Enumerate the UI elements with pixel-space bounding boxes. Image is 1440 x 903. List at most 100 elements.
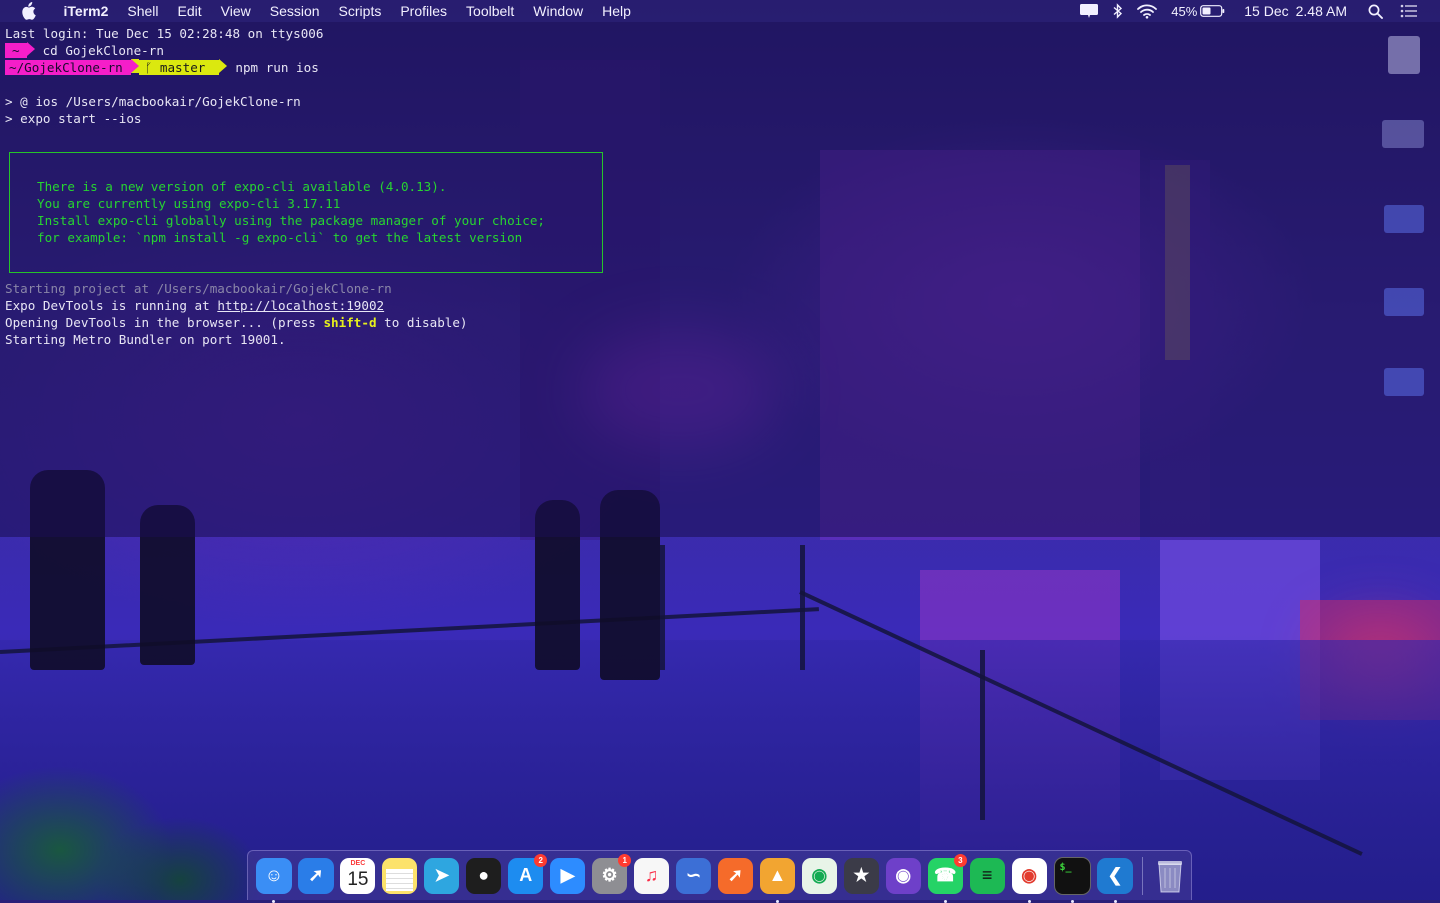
notes-paper bbox=[386, 868, 414, 891]
prompt-command: cd GojekClone-rn bbox=[42, 43, 164, 58]
telegram-icon[interactable]: ➤ bbox=[424, 857, 460, 894]
system-preferences-icon[interactable]: ⚙ 1 bbox=[592, 853, 632, 894]
mongodb-icon[interactable]: ◉ bbox=[801, 857, 837, 894]
vscode-icon[interactable]: ❮ bbox=[1097, 857, 1133, 903]
menu-window[interactable]: Window bbox=[524, 0, 593, 22]
npm-script-line: > expo start --ios bbox=[5, 111, 142, 126]
prompt-separator bbox=[26, 42, 35, 56]
menu-help[interactable]: Help bbox=[593, 0, 641, 22]
tableplus-icon[interactable]: ★ bbox=[843, 857, 879, 894]
notification-badge: 1 bbox=[618, 853, 632, 867]
app-store-icon[interactable]: A2 bbox=[508, 853, 548, 894]
iterm-icon-glyph: $_ bbox=[1059, 861, 1072, 873]
prompt-dir: ~/GojekClone-rn bbox=[5, 60, 131, 75]
chrome-icon-glyph: ◉ bbox=[1021, 865, 1037, 885]
menu-profiles[interactable]: Profiles bbox=[391, 0, 457, 22]
trash-can-glyph bbox=[1157, 860, 1182, 892]
notes-icon[interactable] bbox=[382, 857, 418, 894]
update-notice-line: You are currently using expo-cli 3.17.11 bbox=[37, 196, 341, 211]
starting-project-line: Starting project at /Users/macbookair/Go… bbox=[5, 281, 392, 296]
github-icon-glyph: ◉ bbox=[895, 865, 912, 885]
menu-app-name[interactable]: iTerm2 bbox=[54, 0, 118, 22]
mongodb-icon-glyph: ◉ bbox=[811, 865, 828, 885]
whatsapp-icon-glyph: ☎ bbox=[934, 865, 957, 885]
iterm-icon[interactable]: $_ bbox=[1053, 856, 1091, 903]
update-notice-line: for example: `npm install -g expo-cli` t… bbox=[37, 230, 523, 245]
music-icon-glyph: ♫ bbox=[644, 865, 659, 885]
figma-icon[interactable]: ● bbox=[466, 857, 502, 894]
menu-edit[interactable]: Edit bbox=[168, 0, 211, 22]
github-icon[interactable]: ◉ bbox=[885, 857, 921, 894]
metro-bundler-line: Starting Metro Bundler on port 19001. bbox=[5, 332, 286, 347]
terminal-window[interactable]: Last login: Tue Dec 15 02:28:48 on ttys0… bbox=[0, 22, 1440, 537]
git-branch-segment: ᚵ master bbox=[138, 60, 220, 75]
menu-session[interactable]: Session bbox=[260, 0, 329, 22]
spotify-icon[interactable]: ≡ bbox=[969, 857, 1005, 894]
menu-scripts[interactable]: Scripts bbox=[329, 0, 391, 22]
postman-icon-glyph: ➚ bbox=[727, 865, 743, 885]
dock-separator bbox=[1142, 856, 1143, 895]
safari-icon[interactable]: ➚ bbox=[298, 857, 334, 894]
finder-icon-glyph: ☺ bbox=[264, 865, 284, 885]
safari-icon-glyph: ➚ bbox=[308, 865, 324, 885]
opening-suffix: to disable) bbox=[376, 315, 468, 330]
trash-icon[interactable] bbox=[1152, 858, 1187, 894]
update-notice-box: There is a new version of expo-cli avail… bbox=[9, 152, 603, 273]
notification-badge: 3 bbox=[953, 853, 967, 867]
git-branch-name: master bbox=[159, 60, 206, 75]
telegram-icon-glyph: ➤ bbox=[434, 865, 450, 885]
calendar-day: 15 bbox=[347, 868, 369, 890]
apple-logo-icon[interactable] bbox=[0, 2, 54, 20]
prompt-line-2: ~/GojekClone-rn ᚵ master npm run ios bbox=[5, 59, 319, 76]
clock-date[interactable]: 15 Dec bbox=[1232, 3, 1295, 19]
zoom-icon-glyph: ▶ bbox=[560, 865, 575, 885]
transmit-icon[interactable]: ▲ bbox=[759, 857, 795, 903]
prompt-command: npm run ios bbox=[235, 60, 319, 75]
devtools-url-link[interactable]: http://localhost:19002 bbox=[217, 298, 384, 313]
devtools-line: Expo DevTools is running at http://local… bbox=[5, 297, 384, 314]
calendar-month: DEC bbox=[350, 859, 366, 867]
prompt-line-1: ~ cd GojekClone-rn bbox=[5, 42, 164, 59]
menu-view[interactable]: View bbox=[211, 0, 260, 22]
vscode-icon-glyph: ❮ bbox=[1107, 865, 1123, 885]
prompt-separator bbox=[130, 59, 139, 73]
dock: ☺ ➚ DEC 15 ➤ ● A 2 ▶ ⚙ 1 ♫ ∽ ➚ ▲ ◉ ★ ◉ ☎ 3 ≡ ◉ $_ ❮ bbox=[247, 850, 1192, 903]
zoom-icon[interactable]: ▶ bbox=[550, 857, 586, 894]
calendar-icon[interactable]: DEC 15 bbox=[340, 857, 376, 894]
finder-icon[interactable]: ☺ bbox=[256, 857, 292, 903]
lasso-icon[interactable]: ∽ bbox=[675, 857, 712, 894]
menu-shell[interactable]: Shell bbox=[118, 0, 168, 22]
wifi-icon[interactable] bbox=[1130, 4, 1164, 19]
postman-icon[interactable]: ➚ bbox=[717, 857, 754, 894]
music-icon[interactable]: ♫ bbox=[633, 857, 670, 894]
notification-badge: 2 bbox=[534, 853, 548, 867]
battery-icon[interactable] bbox=[1200, 5, 1232, 17]
bluetooth-icon[interactable] bbox=[1106, 3, 1130, 19]
system-preferences-icon-glyph: ⚙ bbox=[601, 865, 618, 885]
clock-time[interactable]: 2.48 AM bbox=[1296, 3, 1361, 19]
transmit-icon-glyph: ▲ bbox=[768, 865, 787, 885]
tableplus-icon-glyph: ★ bbox=[853, 865, 870, 885]
prompt-dir: ~ bbox=[5, 43, 27, 58]
app-store-icon-glyph: A bbox=[519, 865, 533, 885]
menu-bar: iTerm2 Shell Edit View Session Scripts P… bbox=[0, 0, 1440, 22]
menu-toolbelt[interactable]: Toolbelt bbox=[457, 0, 524, 22]
spotify-icon-glyph: ≡ bbox=[981, 865, 993, 885]
chrome-icon[interactable]: ◉ bbox=[1011, 857, 1047, 903]
figma-icon-glyph: ● bbox=[478, 865, 490, 885]
shortcut-key: shift-d bbox=[323, 315, 377, 330]
git-branch-icon: ᚵ bbox=[144, 60, 153, 75]
battery-percent: 45% bbox=[1171, 3, 1198, 19]
notification-icon[interactable] bbox=[1072, 3, 1106, 19]
devtools-prefix: Expo DevTools is running at bbox=[5, 298, 218, 313]
whatsapp-icon[interactable]: ☎ 3 bbox=[927, 853, 967, 903]
spotlight-search-icon[interactable] bbox=[1361, 4, 1390, 19]
last-login-line: Last login: Tue Dec 15 02:28:48 on ttys0… bbox=[5, 26, 324, 41]
opening-devtools-line: Opening DevTools in the browser... (pres… bbox=[5, 314, 468, 331]
opening-prefix: Opening DevTools in the browser... (pres… bbox=[5, 315, 324, 330]
update-notice-line: Install expo-cli globally using the pack… bbox=[37, 213, 545, 228]
update-notice-line: There is a new version of expo-cli avail… bbox=[37, 179, 447, 194]
notification-center-icon[interactable] bbox=[1390, 4, 1440, 18]
npm-script-line: > @ ios /Users/macbookair/GojekClone-rn bbox=[5, 94, 301, 109]
lasso-icon-glyph: ∽ bbox=[685, 865, 702, 885]
